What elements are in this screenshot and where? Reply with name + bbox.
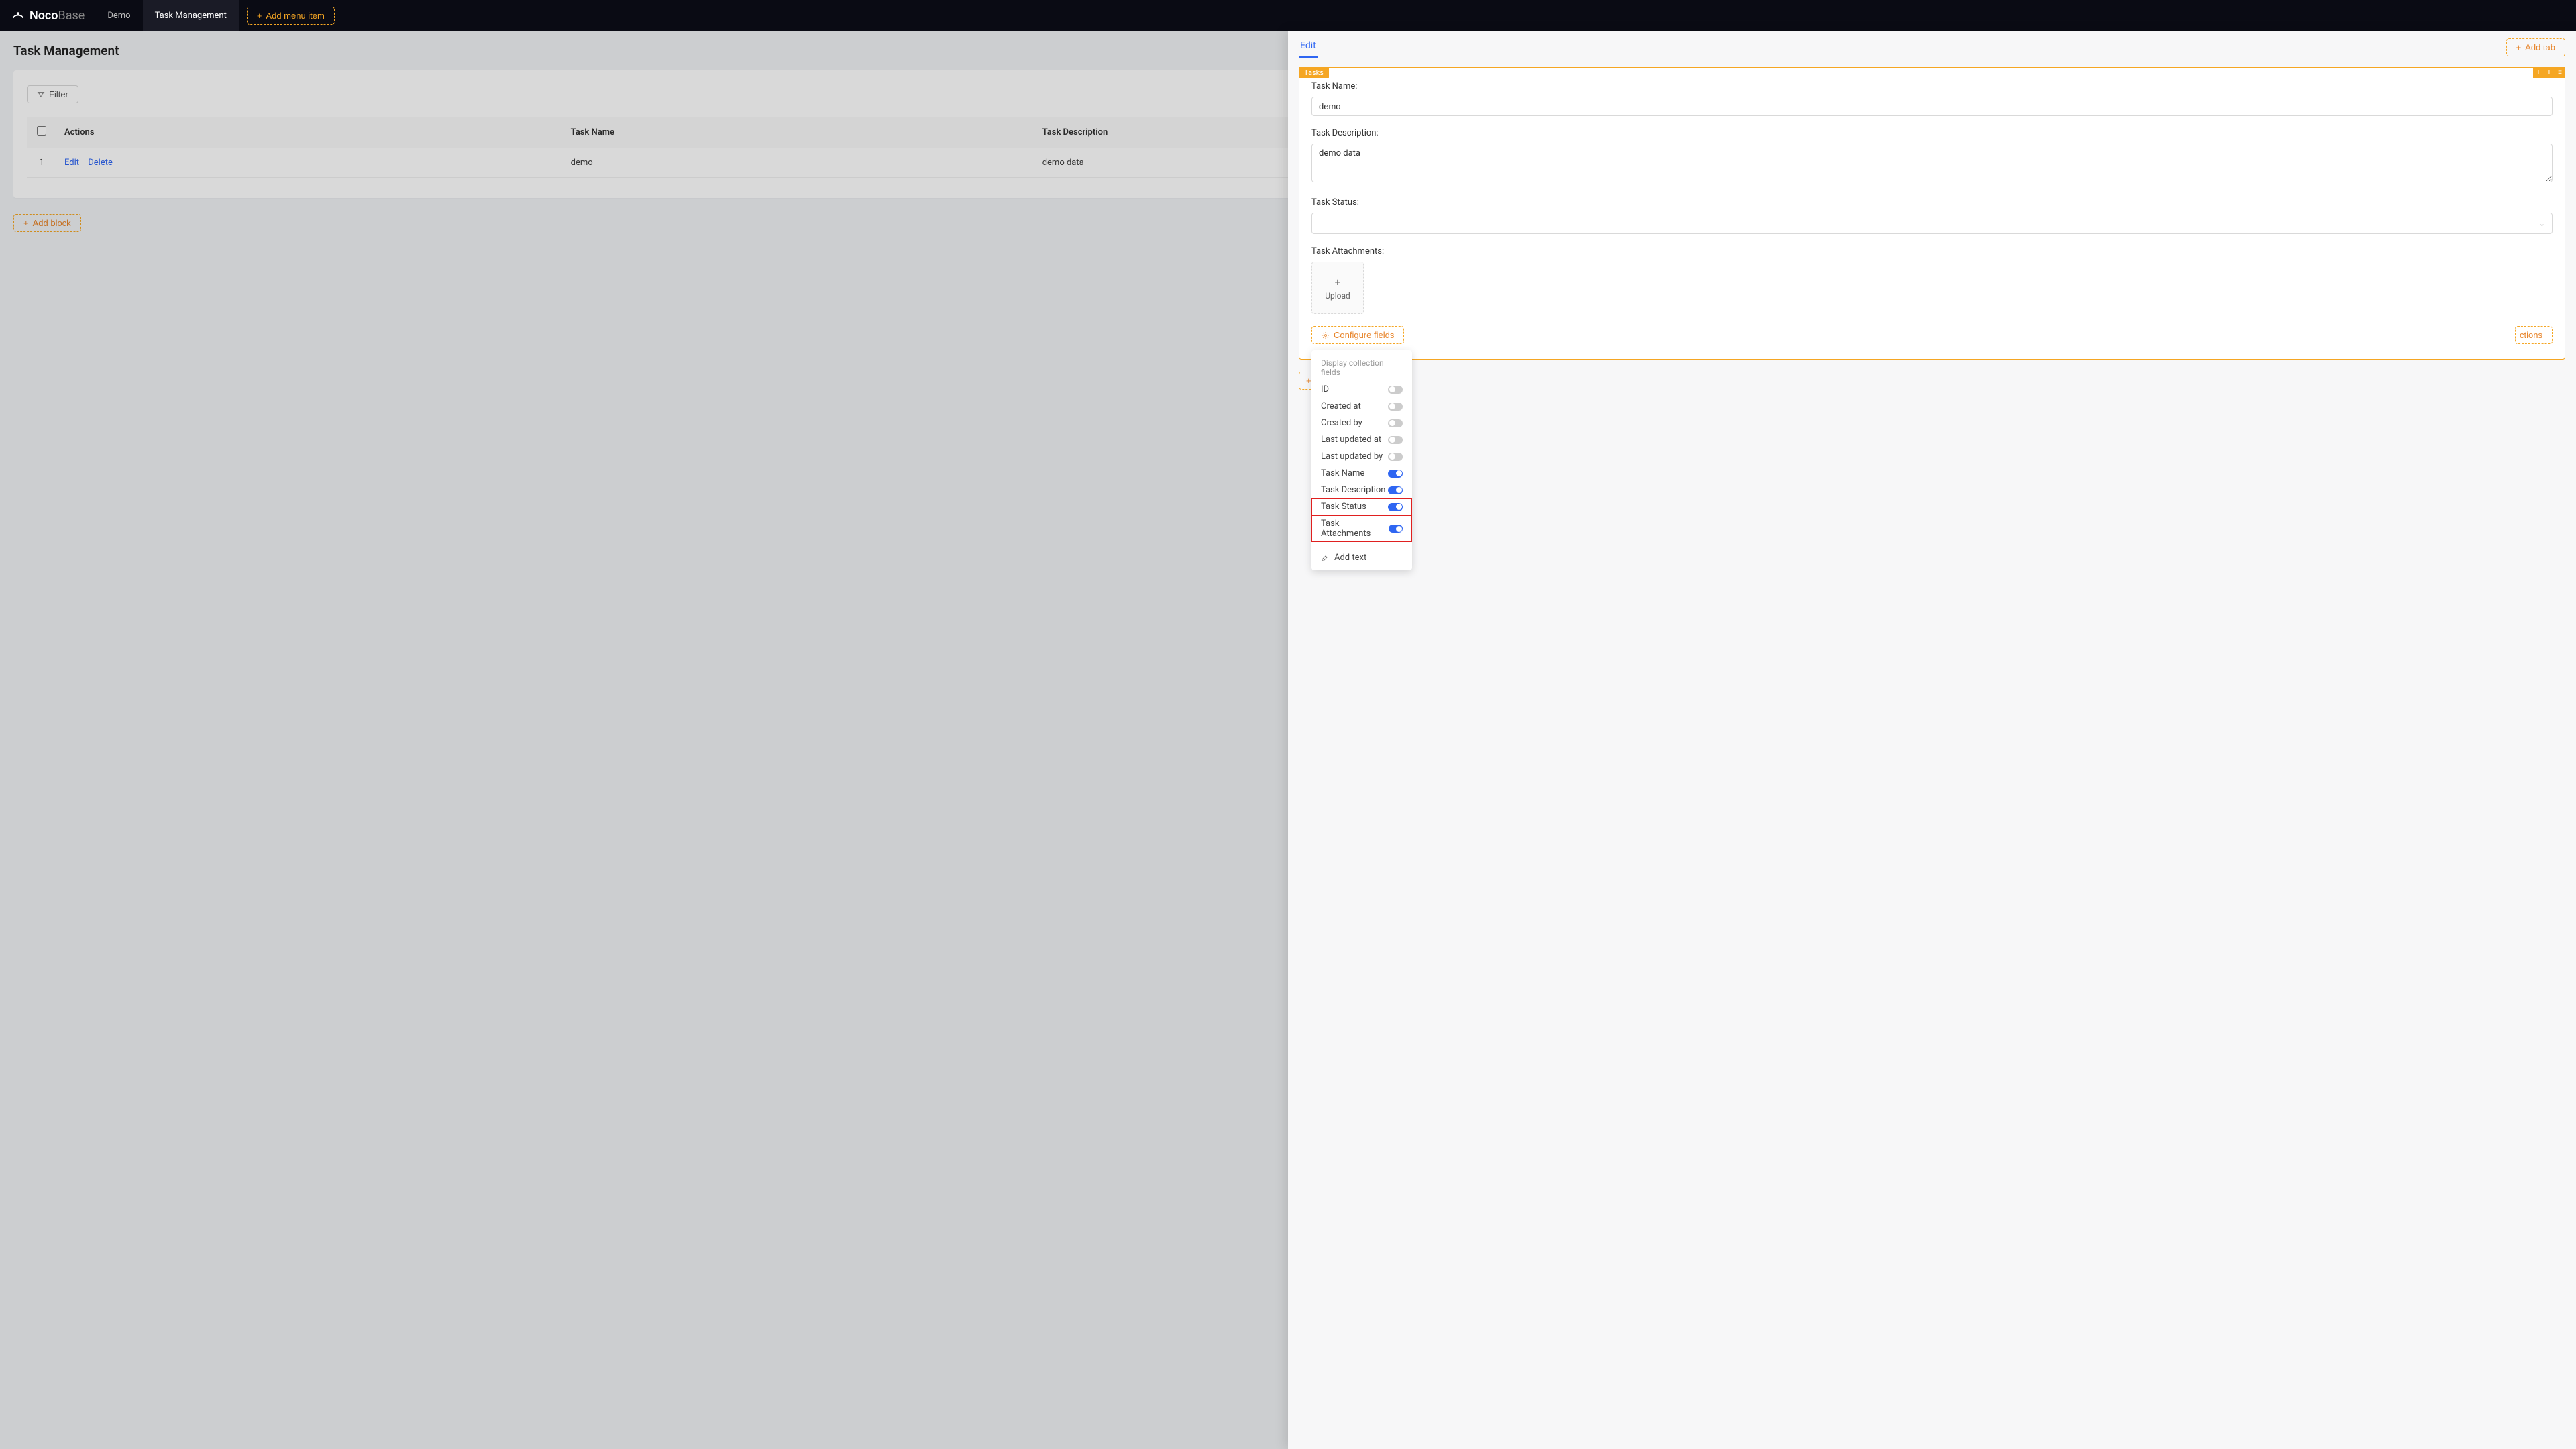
popover-field-label: Created by [1321, 418, 1362, 428]
popover-field-row[interactable]: Task Attachments [1311, 515, 1412, 542]
configure-actions-button[interactable]: ctions [2515, 326, 2553, 344]
toggle-switch[interactable] [1388, 436, 1403, 444]
viewport: Task Management Filter Actions Task Name… [0, 31, 2576, 1449]
top-navbar: NocoBase Demo Task Management + Add menu… [0, 0, 2576, 31]
filter-button[interactable]: Filter [27, 85, 78, 103]
popover-field-row[interactable]: Created at [1311, 398, 1412, 415]
popover-field-row[interactable]: Created by [1311, 415, 1412, 431]
popover-field-row[interactable]: Task Status [1311, 498, 1412, 515]
brand-name: Noco [30, 9, 58, 23]
popover-field-label: Created at [1321, 401, 1361, 411]
toggle-switch[interactable] [1388, 470, 1403, 478]
popover-field-row[interactable]: Task Name [1311, 465, 1412, 482]
edit-icon [1321, 554, 1329, 562]
popover-field-row[interactable]: Last updated by [1311, 448, 1412, 465]
fields-popover: Display collection fields ID Created at Cr… [1311, 350, 1412, 570]
task-description-label: Task Description: [1311, 128, 2553, 138]
task-attachments-label: Task Attachments: [1311, 246, 2553, 256]
block-tool-menu[interactable]: ≡ [2555, 67, 2565, 78]
tasks-form-block: Tasks + + ≡ Task Name: Task Description:… [1299, 67, 2565, 360]
drawer-header: Edit + Add tab [1288, 31, 2576, 58]
add-block-label: Add block [33, 218, 71, 228]
toggle-switch[interactable] [1388, 419, 1403, 427]
plus-icon: + [23, 218, 29, 228]
col-task-name: Task Name [563, 117, 1034, 148]
field-task-attachments: Task Attachments: + Upload [1311, 246, 2553, 314]
add-tab-button[interactable]: + Add tab [2506, 38, 2565, 56]
tab-edit[interactable]: Edit [1299, 36, 1318, 58]
filter-icon [37, 91, 45, 99]
task-status-select[interactable]: ⌄ [1311, 213, 2553, 234]
add-block-button[interactable]: + Add block [13, 214, 81, 232]
plus-icon: + [257, 11, 262, 21]
field-task-status: Task Status: ⌄ [1311, 197, 2553, 234]
popover-field-label: Task Description [1321, 485, 1385, 495]
configure-fields-button[interactable]: Configure fields [1311, 326, 1404, 344]
toggle-switch[interactable] [1388, 503, 1403, 511]
toggle-switch[interactable] [1388, 402, 1403, 411]
toggle-switch[interactable] [1388, 386, 1403, 394]
block-tools: + + ≡ [2533, 67, 2565, 78]
block-tool-insert[interactable]: + [2544, 67, 2555, 78]
edit-drawer: Edit + Add tab Tasks + + ≡ Task Name: [1288, 31, 2576, 1449]
logo-icon [11, 8, 25, 23]
col-actions: Actions [56, 117, 563, 148]
nav-item-task-management[interactable]: Task Management [143, 0, 239, 31]
task-status-label: Task Status: [1311, 197, 2553, 207]
plus-icon: + [1306, 376, 1311, 386]
block-tag: Tasks [1299, 67, 1329, 78]
col-checkbox [27, 117, 56, 148]
popover-field-label: Task Status [1321, 502, 1366, 512]
delete-link[interactable]: Delete [88, 158, 113, 168]
toggle-switch[interactable] [1388, 486, 1403, 494]
task-name-label: Task Name: [1311, 81, 2553, 91]
configure-fields-label: Configure fields [1334, 330, 1394, 340]
toggle-switch[interactable] [1388, 453, 1403, 461]
configure-actions-label: ctions [2520, 330, 2542, 340]
popover-field-label: Task Attachments [1321, 519, 1389, 539]
add-text-action[interactable]: Add text [1311, 548, 1412, 568]
brand-logo: NocoBase [0, 8, 95, 23]
popover-field-row[interactable]: ID [1311, 381, 1412, 398]
field-task-name: Task Name: [1311, 81, 2553, 116]
plus-icon: + [1334, 276, 1340, 288]
chevron-down-icon: ⌄ [2539, 219, 2545, 228]
gear-icon [1322, 331, 1330, 339]
add-tab-label: Add tab [2525, 42, 2555, 52]
plus-icon: + [2516, 42, 2522, 52]
nav-item-demo[interactable]: Demo [95, 0, 142, 31]
configure-row: Configure fields ctions Display collecti… [1311, 326, 2553, 344]
upload-label: Upload [1325, 291, 1350, 301]
row-task-name: demo [563, 148, 1034, 178]
popover-field-row[interactable]: Task Description [1311, 482, 1412, 498]
toggle-switch[interactable] [1389, 525, 1403, 533]
filter-label: Filter [49, 89, 68, 99]
popover-field-label: Last updated by [1321, 451, 1383, 462]
select-all-checkbox[interactable] [37, 126, 46, 136]
brand-suffix: Base [58, 9, 85, 23]
row-index: 1 [27, 148, 56, 178]
block-tool-add[interactable]: + [2533, 67, 2544, 78]
add-menu-item-button[interactable]: + Add menu item [247, 7, 335, 25]
edit-link[interactable]: Edit [64, 158, 79, 168]
popover-field-label: Last updated at [1321, 435, 1381, 445]
popover-field-label: Task Name [1321, 468, 1364, 478]
add-menu-item-label: Add menu item [266, 11, 324, 21]
popover-title: Display collection fields [1311, 356, 1412, 381]
drawer-body: Tasks + + ≡ Task Name: Task Description:… [1288, 58, 2576, 1449]
popover-field-row[interactable]: Last updated at [1311, 431, 1412, 448]
task-name-input[interactable] [1311, 97, 2553, 116]
add-text-label: Add text [1334, 553, 1366, 563]
row-actions: Edit Delete [56, 148, 563, 178]
upload-button[interactable]: + Upload [1311, 262, 1364, 314]
task-description-input[interactable]: demo data [1311, 144, 2553, 182]
field-task-description: Task Description: demo data [1311, 128, 2553, 185]
popover-field-label: ID [1321, 384, 1329, 394]
